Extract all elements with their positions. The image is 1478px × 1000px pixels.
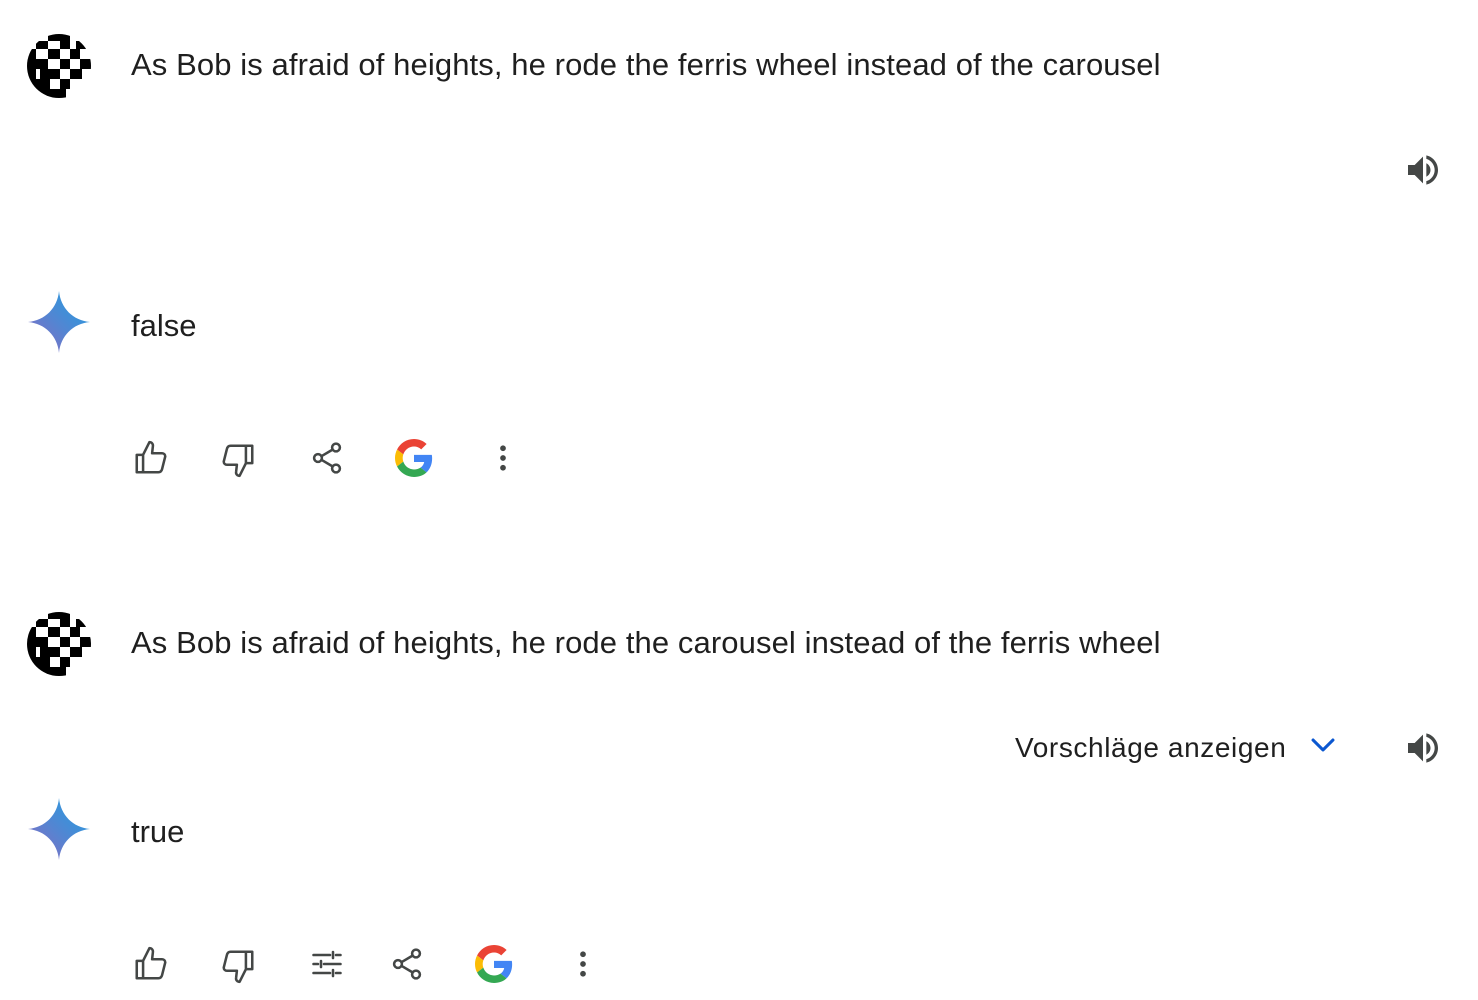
user-avatar [26,611,92,677]
thumb-up-icon[interactable] [131,438,171,478]
show-suggestions-label: Vorschläge anzeigen [1015,731,1287,763]
speaker-icon[interactable] [1401,726,1445,770]
model-response-2: true [131,814,185,849]
show-suggestions-button[interactable]: Vorschläge anzeigen [1015,728,1340,767]
more-vert-icon[interactable] [563,944,603,984]
thumb-down-icon[interactable] [218,440,258,480]
speaker-icon[interactable] [1401,148,1445,192]
tune-icon[interactable] [307,944,347,984]
user-prompt-2: As Bob is afraid of heights, he rode the… [131,625,1161,660]
gemini-sparkle-icon [28,291,90,353]
google-icon[interactable] [394,438,434,478]
user-prompt-1: As Bob is afraid of heights, he rode the… [131,47,1161,82]
thumb-down-icon[interactable] [218,946,258,986]
google-icon[interactable] [474,944,514,984]
share-icon[interactable] [387,944,427,984]
chevron-down-icon [1306,728,1340,767]
thumb-up-icon[interactable] [131,944,171,984]
more-vert-icon[interactable] [483,438,523,478]
gemini-sparkle-icon [28,798,90,860]
model-response-1: false [131,308,197,343]
user-avatar [26,33,92,99]
share-icon[interactable] [307,438,347,478]
